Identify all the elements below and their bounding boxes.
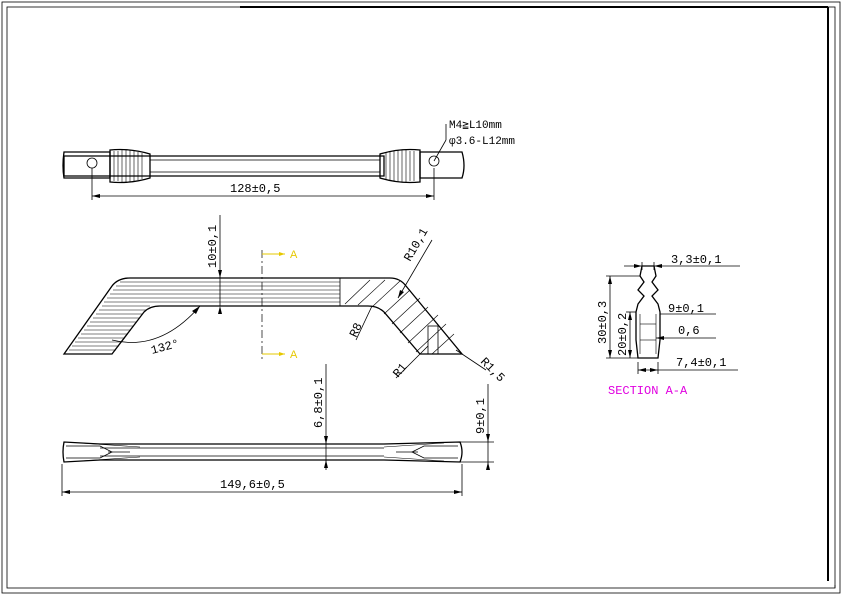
height-dim: 10±0,1: [206, 225, 220, 268]
section-wall: 0,6: [678, 324, 700, 338]
technical-drawing: M4≧L10mm φ3.6-L12mm 128±0,5 A A 10±0,1 1…: [1, 1, 841, 594]
radius-r1: R1: [390, 361, 410, 381]
section-overall-height: 30±0,3: [596, 301, 610, 344]
side-grooves: [69, 281, 340, 351]
hole-note: φ3.6-L12mm: [449, 136, 515, 148]
handle-bar-outline: [63, 155, 385, 177]
section-inner-height: 20±0,2: [616, 313, 630, 356]
side-profile-outline: [62, 277, 464, 355]
section-view: 3,3±0,1 30±0,3 20±0,2 9±0,1 0,6 7,4±0,1 …: [596, 253, 740, 398]
section-top-width: 3,3±0,1: [671, 253, 721, 267]
top-view: M4≧L10mm φ3.6-L12mm 128±0,5: [62, 120, 515, 200]
outer-border: [1, 1, 841, 594]
right-end-cap: [419, 151, 465, 179]
bottom-view: 6,8±0,1 9±0,1 149,6±0,5: [61, 364, 494, 496]
overall-length-dim: 149,6±0,5: [220, 478, 285, 492]
section-profile: [635, 265, 661, 359]
thickness-dim: 6,8±0,1: [312, 378, 326, 428]
angle-label: 132°: [149, 337, 180, 358]
radius-large: R10,1: [401, 226, 431, 264]
side-view: A A 10±0,1 132° R10,1 R8 R1 R1,5: [62, 215, 507, 385]
radius-r15: R1,5: [477, 355, 507, 385]
left-hole: [86, 157, 98, 169]
radius-r8: R8: [347, 321, 366, 340]
section-mid-width: 9±0,1: [668, 302, 704, 316]
section-title: SECTION A-A: [608, 384, 688, 398]
section-base-width: 7,4±0,1: [676, 356, 726, 370]
length-dim: 128±0,5: [230, 182, 280, 196]
section-marker-top: A: [290, 249, 298, 261]
drawing-frame: [6, 6, 836, 589]
section-marker-bottom: A: [290, 349, 298, 361]
end-height-dim: 9±0,1: [474, 398, 488, 434]
thread-note: M4≧L10mm: [449, 120, 502, 132]
